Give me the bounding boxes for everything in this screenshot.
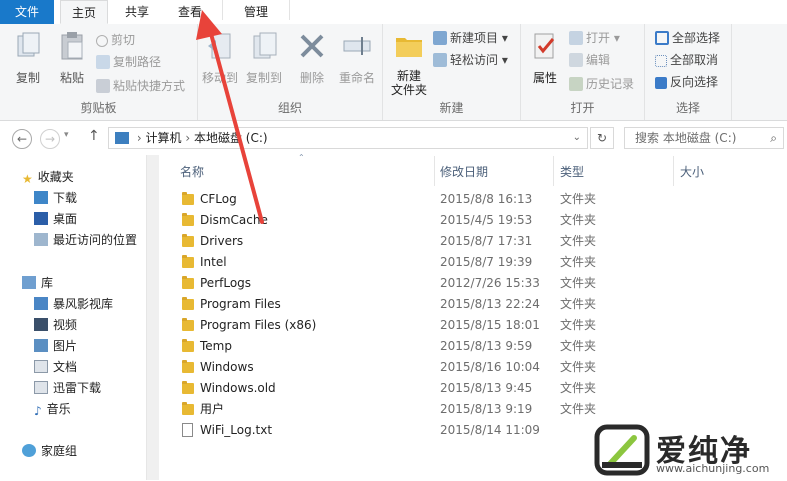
brand-logo-icon	[594, 424, 650, 476]
annotation-arrow	[196, 10, 264, 224]
watermark-logo: 爱纯净 www.aichunjing.com	[594, 424, 784, 478]
watermark-url: www.aichunjing.com	[656, 462, 770, 475]
